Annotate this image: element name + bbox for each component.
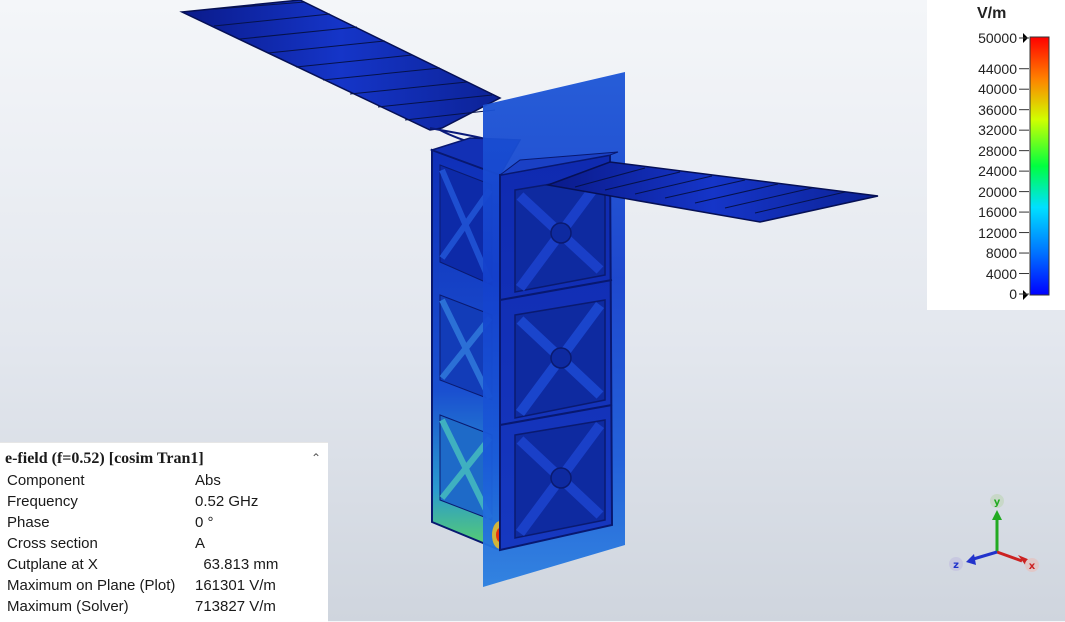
info-row-label: Maximum on Plane (Plot) (7, 577, 176, 594)
axis-z-label: z (953, 560, 959, 571)
info-row-label: Maximum (Solver) (7, 598, 129, 615)
legend-tick-label: 44000 (978, 60, 1017, 77)
info-row-label: Phase (7, 514, 50, 531)
cubesat-frame-front (499, 151, 619, 552)
axis-x-label: x (1029, 561, 1036, 572)
legend-tick-label: 12000 (978, 224, 1017, 241)
legend-tick-label: 50000 (978, 30, 1017, 46)
info-row-value: Abs (195, 472, 221, 489)
plot-info-title: e-field (f=0.52) [cosim Tran1] (5, 450, 204, 467)
legend-tick-label: 4000 (985, 265, 1017, 282)
info-row-label: Frequency (7, 493, 78, 510)
legend-ticks (1019, 37, 1029, 295)
info-row-value: 161301 V/m (195, 577, 276, 594)
collapse-chevron-icon[interactable]: ⌃ (308, 450, 324, 466)
axis-y-label: y (994, 497, 1001, 508)
info-row-value: 0 ° (195, 514, 214, 531)
solar-panel-left (179, 0, 502, 149)
legend-tick-label: 8000 (985, 245, 1017, 262)
legend-tick-label: 20000 (978, 183, 1017, 200)
legend-tick-label: 36000 (978, 101, 1017, 118)
info-row-value: 63.813 mm (195, 556, 279, 573)
info-row-value: 713827 V/m (195, 598, 276, 615)
legend-unit: V/m (977, 5, 1007, 22)
legend-tick-label: 0 (1009, 286, 1017, 302)
legend-tick-label: 16000 (978, 204, 1017, 221)
legend-tick-label: 24000 (978, 163, 1017, 180)
legend-tick-label: 28000 (978, 142, 1017, 159)
info-row-value: A (195, 535, 206, 552)
info-row-label: Cutplane at X (7, 556, 98, 573)
plot-info-panel: e-field (f=0.52) [cosim Tran1] ⌃ Compone… (0, 442, 328, 622)
info-row-value: 0.52 GHz (195, 493, 259, 510)
info-row-label: Component (7, 472, 85, 489)
legend-tick-label: 40000 (978, 81, 1017, 98)
legend-tick-label: 32000 (978, 122, 1017, 139)
info-row-label: Cross section (7, 535, 98, 552)
